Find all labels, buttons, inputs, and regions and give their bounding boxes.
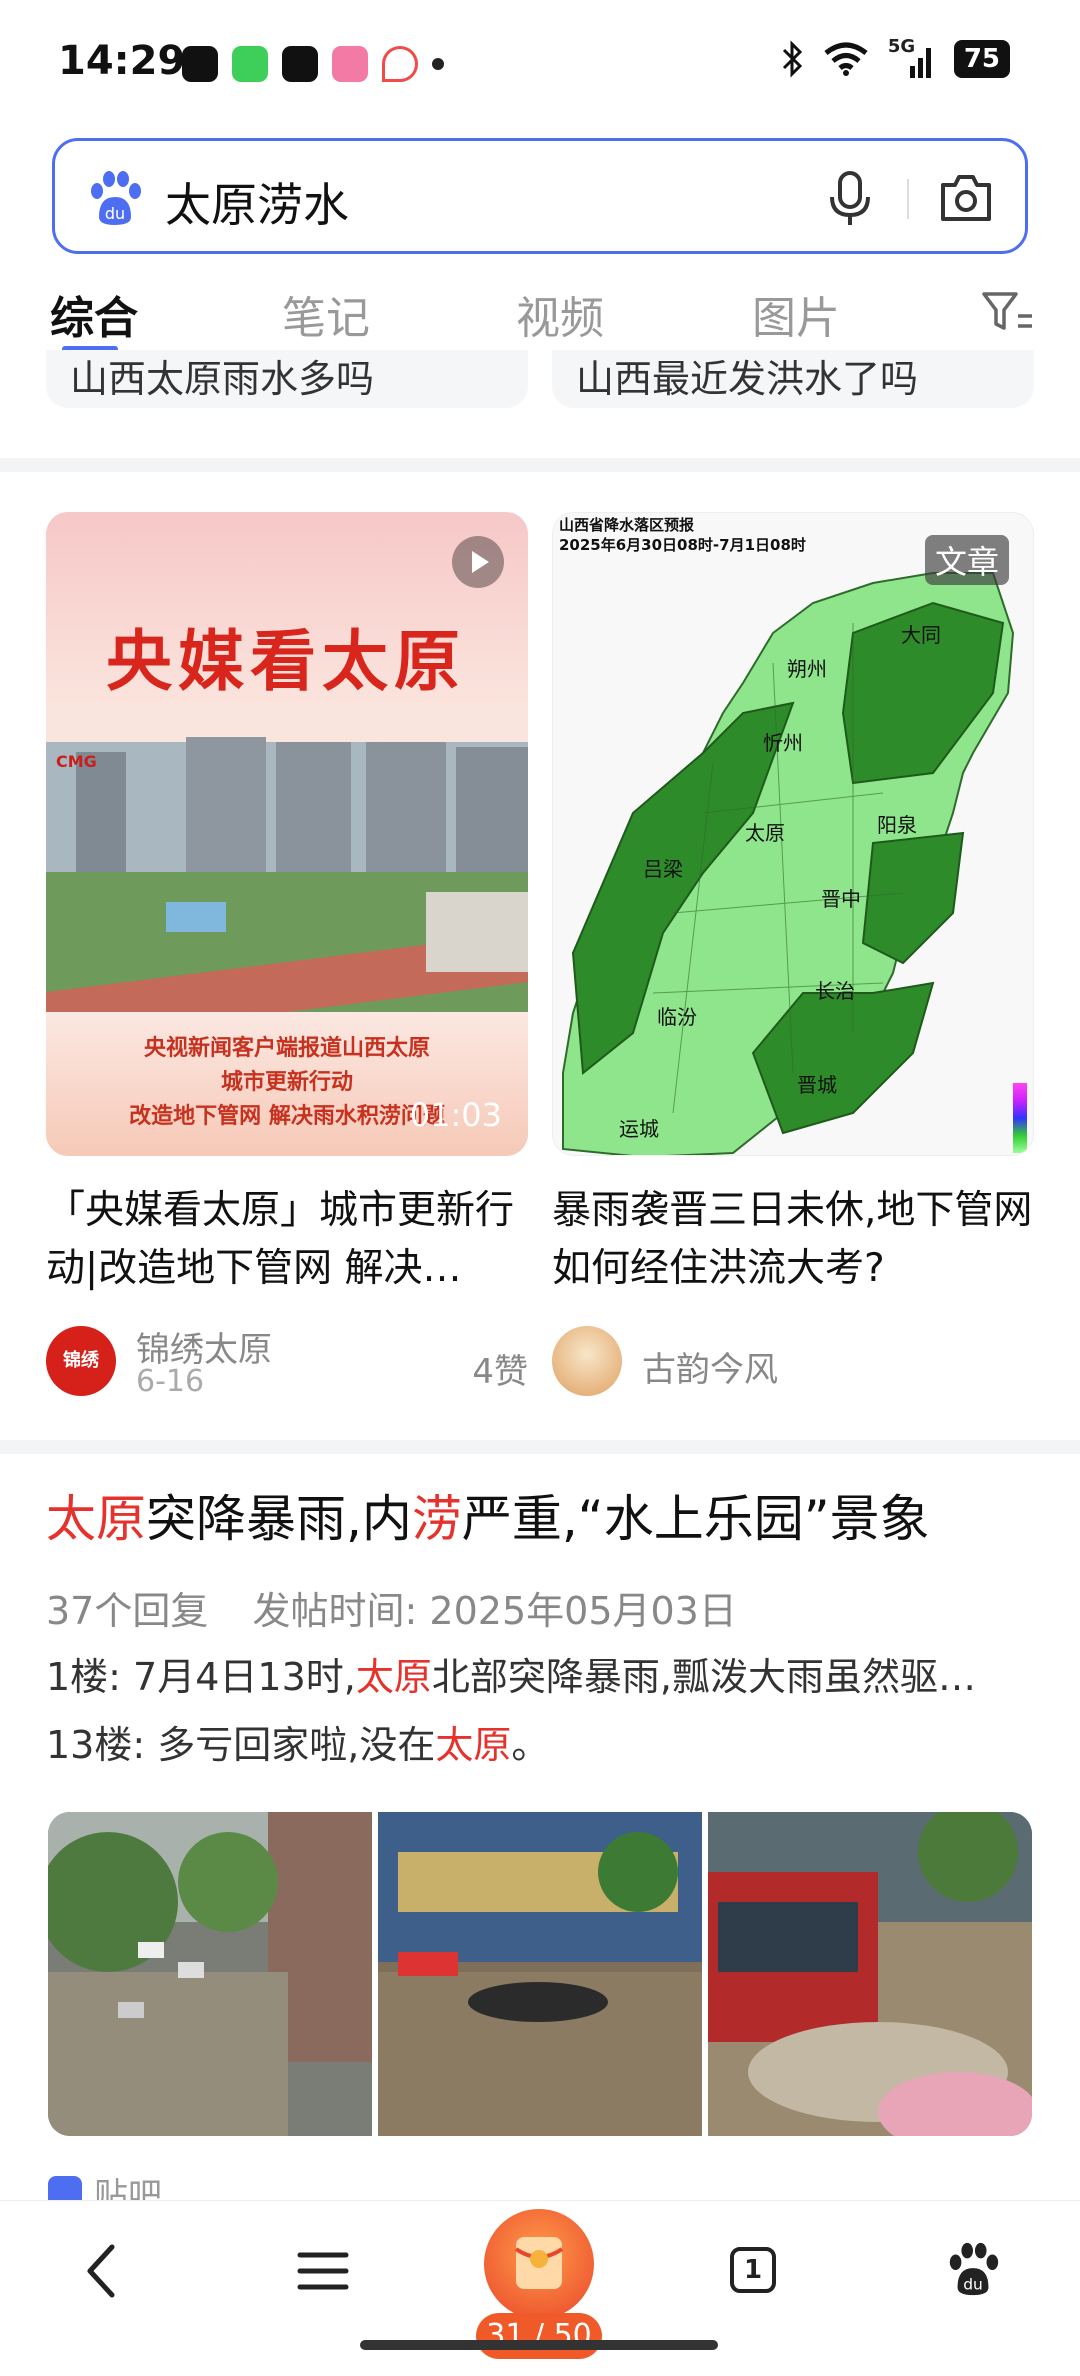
map-pin-icon <box>382 46 418 82</box>
battery-icon: 75 <box>953 40 1010 78</box>
menu-icon[interactable] <box>296 2241 350 2301</box>
svg-text:du: du <box>963 2275 983 2293</box>
avatar[interactable]: 锦绣 <box>46 1326 116 1396</box>
thumbnail-logo: CMG <box>56 752 97 771</box>
tiktok-lite-icon <box>282 46 318 82</box>
more-dot-icon <box>432 58 444 70</box>
map-label: 长治 <box>815 979 855 1003</box>
related-searches: 山西太原雨水多吗 山西最近发洪水了吗 <box>0 350 1080 420</box>
post-photo-strip[interactable] <box>48 1812 1032 2136</box>
tab-notes[interactable]: 笔记 <box>282 282 370 346</box>
post-title[interactable]: 太原突降暴雨,内涝严重,“水上乐园”景象 <box>46 1484 1036 1554</box>
post-title-text: 严重,“水上乐园”景象 <box>461 1490 930 1548</box>
post-photo[interactable] <box>378 1812 702 2136</box>
post-reply-line: 13楼: 多亏回家啦,没在太原。 <box>46 1719 1036 1771</box>
forum-post-result[interactable]: 太原突降暴雨,内涝严重,“水上乐园”景象 37个回复 发帖时间: 2025年05… <box>46 1484 1036 1771</box>
tab-comprehensive[interactable]: 综合 <box>50 282 138 346</box>
post-title-text: 突降暴雨,内 <box>146 1490 412 1548</box>
article-card[interactable]: 山西省降水落区预报 2025年6月30日08时-7月1日08时 大同 朔州 忻州… <box>552 512 1034 1396</box>
post-title-highlight: 太原 <box>46 1490 146 1548</box>
related-search-chip[interactable]: 山西太原雨水多吗 <box>46 350 528 408</box>
map-label: 吕梁 <box>643 857 683 881</box>
article-thumbnail[interactable]: 山西省降水落区预报 2025年6月30日08时-7月1日08时 大同 朔州 忻州… <box>552 512 1034 1156</box>
tabs-button[interactable]: 1 <box>730 2247 776 2293</box>
messages-icon <box>232 46 268 82</box>
map-label: 朔州 <box>787 657 827 681</box>
article-badge: 文章 <box>924 535 1009 585</box>
post-time: 发帖时间: 2025年05月03日 <box>252 1589 737 1633</box>
thumbnail-caption-line: 城市更新行动 <box>220 1070 353 1095</box>
notification-icons <box>182 46 444 82</box>
network-type: 5G <box>887 36 916 57</box>
post-meta: 37个回复 发帖时间: 2025年05月03日 <box>46 1580 1036 1635</box>
map-label: 晋中 <box>821 887 861 911</box>
microphone-icon[interactable] <box>825 169 875 227</box>
reply-count: 37个回复 <box>46 1589 209 1633</box>
clock: 14:29 <box>58 38 186 84</box>
bluetooth-icon <box>782 40 802 78</box>
video-thumbnail[interactable]: 央媒看太原 CMG 央视新闻客户端报道山西太原 城市更新行动 改造地下管网 解决… <box>46 512 528 1156</box>
play-icon[interactable] <box>452 536 504 588</box>
baidu-home-icon[interactable]: du <box>944 2241 1002 2299</box>
card-title[interactable]: 暴雨袭晋三日未休,地下管网如何经住洪流大考? <box>552 1182 1034 1302</box>
baidu-paw-icon: du <box>91 171 141 225</box>
tab-videos[interactable]: 视频 <box>516 282 604 346</box>
map-label: 阳泉 <box>877 813 917 837</box>
avatar[interactable] <box>552 1326 622 1396</box>
reward-button[interactable] <box>484 2209 594 2319</box>
search-input[interactable]: 太原涝水 <box>165 169 349 235</box>
author-row: 锦绣 锦绣太原 6-16 4赞 <box>46 1320 528 1399</box>
thumbnail-caption-line: 央视新闻客户端报道山西太原 <box>143 1036 430 1061</box>
map-label: 太原 <box>745 821 785 845</box>
home-indicator[interactable] <box>360 2340 718 2350</box>
map-label: 大同 <box>901 623 941 647</box>
section-divider <box>0 458 1080 472</box>
map-label: 晋城 <box>797 1073 837 1097</box>
avatar-text: 锦绣 <box>63 1350 99 1371</box>
map-legend <box>1013 1083 1027 1153</box>
result-tabs: 综合 笔记 视频 图片 <box>0 270 1080 360</box>
reply-highlight: 太原 <box>435 1723 512 1767</box>
tab-images[interactable]: 图片 <box>752 282 840 346</box>
related-search-chip[interactable]: 山西最近发洪水了吗 <box>552 350 1034 408</box>
tiktok-icon <box>182 46 218 82</box>
thumbnail-headline: 央媒看太原 <box>106 622 466 700</box>
post-photo[interactable] <box>708 1812 1032 2136</box>
search-bar[interactable]: du 太原涝水 <box>52 138 1028 254</box>
author-name[interactable]: 古韵今风 <box>642 1342 778 1391</box>
back-icon[interactable] <box>82 2241 122 2301</box>
section-divider <box>0 1440 1080 1454</box>
map-label: 临汾 <box>657 1005 697 1029</box>
status-bar: 14:29 5G 75 <box>0 0 1080 125</box>
system-icons: 5G 75 <box>780 36 1010 78</box>
reply-text: 1楼: 7月4日13时, <box>46 1655 356 1699</box>
map-label: 运城 <box>619 1117 659 1141</box>
card-title[interactable]: 「央媒看太原」城市更新行动|改造地下管网 解决… <box>46 1182 528 1302</box>
reply-text: 北部突降暴雨,瓢泼大雨虽然驱… <box>431 1655 976 1699</box>
reward-progress[interactable]: 31 / 50 <box>476 2313 602 2359</box>
reply-highlight: 太原 <box>355 1655 432 1699</box>
bilibili-icon <box>332 46 368 82</box>
reply-text: 。 <box>511 1723 550 1767</box>
reply-text: 13楼: 多亏回家啦,没在 <box>46 1723 436 1767</box>
publish-date: 6-16 <box>136 1364 205 1399</box>
video-card[interactable]: 央媒看太原 CMG 央视新闻客户端报道山西太原 城市更新行动 改造地下管网 解决… <box>46 512 528 1399</box>
video-duration: 01:03 <box>409 1096 502 1134</box>
camera-icon[interactable] <box>937 171 995 225</box>
map-label: 忻州 <box>763 731 803 755</box>
red-envelope-icon <box>514 2237 564 2289</box>
post-reply-line: 1楼: 7月4日13时,太原北部突降暴雨,瓢泼大雨虽然驱… <box>46 1651 1036 1703</box>
search-divider <box>907 179 909 219</box>
cellular-signal-icon: 5G <box>888 36 936 78</box>
filter-icon[interactable] <box>980 290 1034 334</box>
wifi-icon <box>824 42 868 76</box>
post-photo[interactable] <box>48 1812 372 2136</box>
author-row: 古韵今风 <box>552 1320 1034 1396</box>
post-title-highlight: 涝 <box>411 1490 462 1548</box>
like-count: 4赞 <box>472 1352 528 1392</box>
tab-count: 1 <box>743 2255 763 2285</box>
svg-text:du: du <box>105 204 125 223</box>
rainfall-map <box>562 572 1015 1155</box>
